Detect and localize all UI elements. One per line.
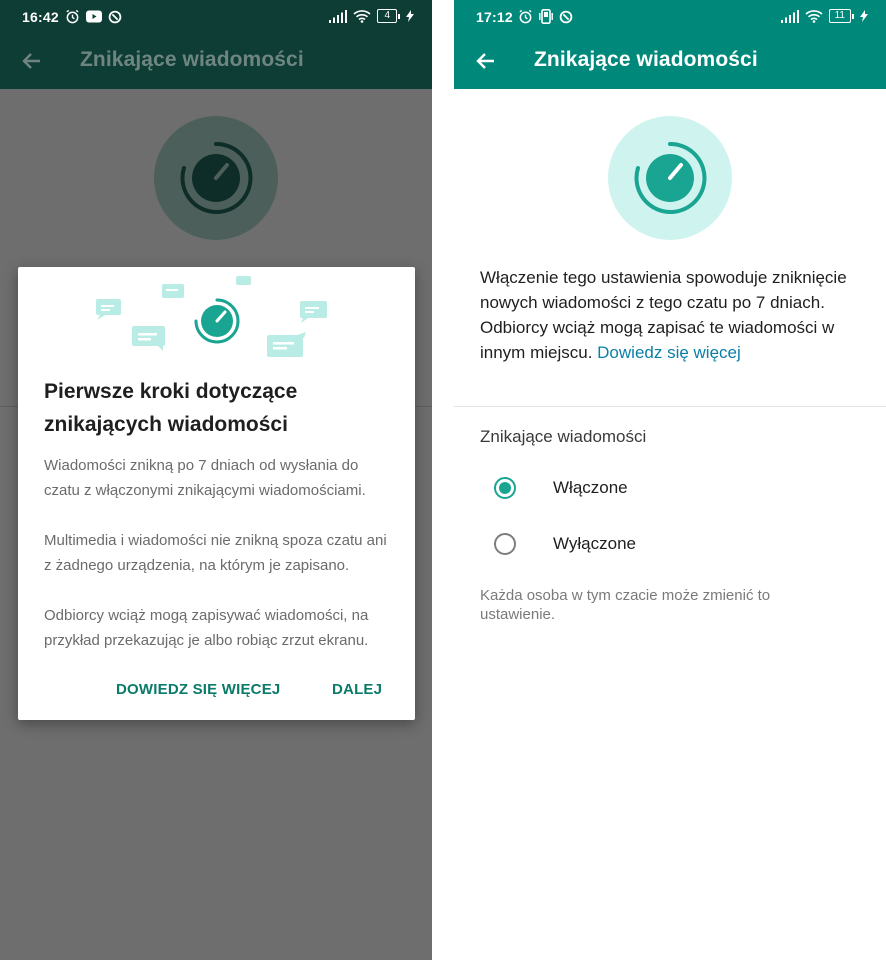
wifi-icon [353,10,371,23]
chat-bubbles-illustration [96,276,327,357]
back-button[interactable] [472,47,500,75]
divider [454,406,886,407]
status-time: 17:12 [476,9,513,25]
data-saver-icon [559,10,573,23]
status-notification-icons [65,9,122,24]
right-screen: 17:12 11 Znikające wiadomości Włączenie … [454,0,886,960]
data-saver-icon [108,10,122,23]
intro-dialog: Pierwsze kroki dotyczące znikających wia… [18,267,415,720]
status-bar: 17:12 11 [454,0,886,33]
appbar-title: Znikające wiadomości [80,48,304,71]
status-system-icons: 11 [780,9,868,23]
app-bar: Znikające wiadomości [0,33,432,89]
battery-icon: 11 [828,9,854,23]
left-screen: 16:42 4 Znikające wiadomości Pierwsze kr… [0,0,432,960]
section-title: Znikające wiadomości [480,427,647,446]
timer-icon [634,141,707,214]
option-off[interactable]: Wyłączone [494,526,854,562]
next-button[interactable]: DALEJ [332,681,382,698]
alarm-icon [519,9,532,24]
arrow-back-icon [22,53,40,69]
dialog-title: Pierwsze kroki dotyczące znikających wia… [44,380,298,436]
timer-illustration [154,116,278,240]
app-bar: Znikające wiadomości [454,33,886,89]
youtube-icon [86,10,102,23]
setting-description: Włączenie tego ustawienia spowoduje znik… [480,265,865,365]
screen-gap [432,0,454,960]
charging-icon [406,10,414,22]
battery-level: 11 [828,9,851,23]
status-notification-icons [518,9,573,24]
dialog-paragraph-2: Multimedia i wiadomości nie znikną spoza… [44,532,387,574]
charging-icon [860,10,868,22]
dialog-paragraph-3: Odbiorcy wciąż mogą zapisywać wiadomości… [44,607,369,649]
timer-illustration [608,116,732,240]
phone-notification-icon [539,9,553,24]
status-bar: 16:42 4 [0,0,432,33]
option-label: Wyłączone [553,534,636,553]
option-on[interactable]: Włączone [494,470,854,506]
arrow-back-icon [476,53,494,69]
appbar-title: Znikające wiadomości [534,48,758,71]
wifi-icon [805,10,823,23]
status-system-icons: 4 [329,9,414,23]
status-time: 16:42 [22,9,59,25]
signal-icon [780,9,799,23]
battery-level: 4 [377,9,397,23]
learn-more-button[interactable]: DOWIEDZ SIĘ WIĘCEJ [116,681,280,698]
option-label: Włączone [553,478,628,497]
timer-icon [180,141,253,214]
radio-selected-icon[interactable] [494,477,516,499]
alarm-icon [66,9,79,24]
dialog-paragraph-1: Wiadomości znikną po 7 dniach od wysłani… [44,457,366,499]
learn-more-link[interactable]: Dowiedz się więcej [597,343,741,362]
signal-icon [329,9,348,23]
radio-unselected-icon[interactable] [494,533,516,555]
back-button[interactable] [18,47,46,75]
battery-icon: 4 [377,9,400,23]
setting-note: Każda osoba w tym czacie może zmienić to… [480,587,771,623]
